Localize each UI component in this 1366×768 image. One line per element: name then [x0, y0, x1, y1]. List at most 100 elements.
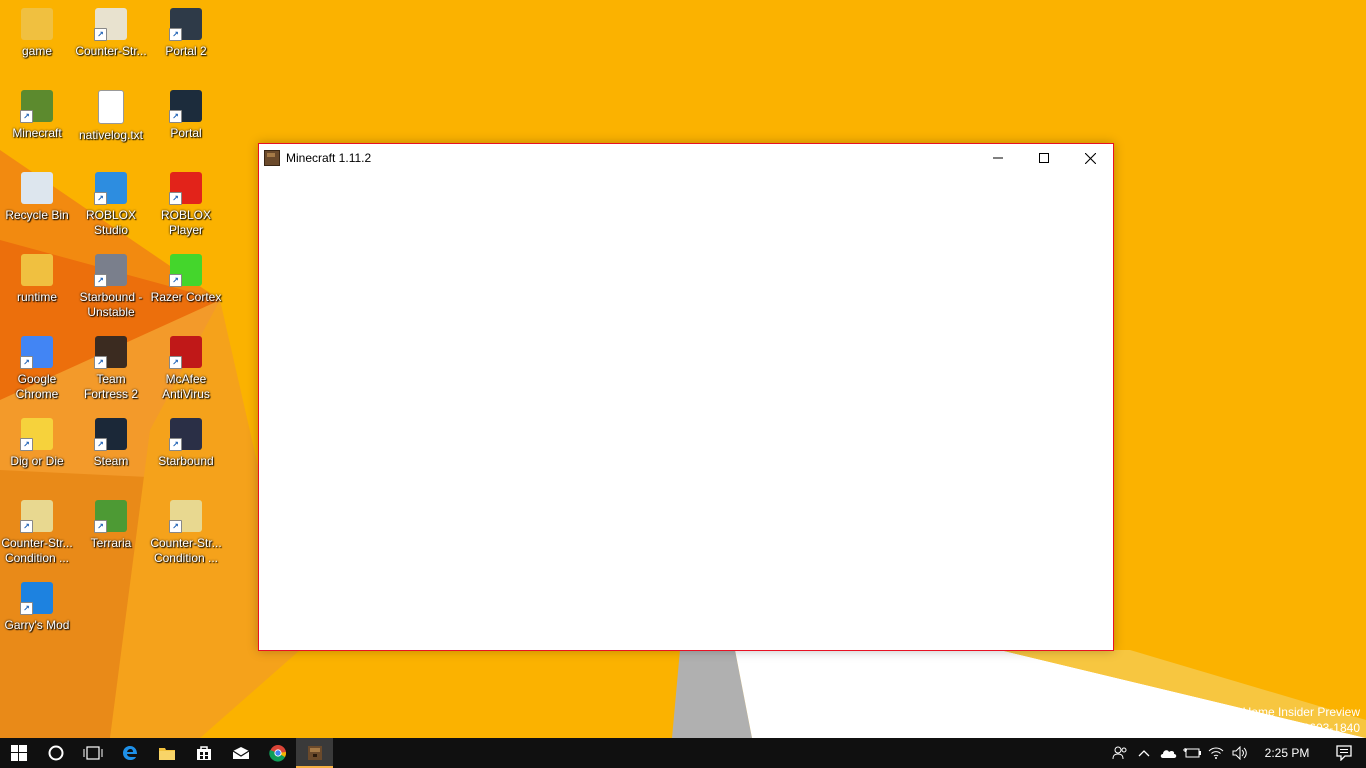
desktop: game ↗ Counter-Str... ↗ Portal 2 ↗ Minecraft na…	[0, 0, 1366, 738]
desktop-icon-label: Starbound - Unstable	[79, 290, 143, 319]
razer-cortex-icon: ↗	[169, 254, 202, 287]
desktop-icon-label: Counter-Str...	[75, 44, 147, 58]
shortcut-arrow-icon: ↗	[94, 192, 107, 205]
battery-icon	[1183, 748, 1201, 758]
desktop-icon[interactable]: game	[0, 2, 74, 80]
cortana-button[interactable]	[37, 738, 74, 768]
store-button[interactable]	[185, 738, 222, 768]
start-button[interactable]	[0, 738, 37, 768]
minimize-icon	[993, 157, 1003, 159]
chrome-icon: ↗	[20, 336, 53, 369]
desktop-icon[interactable]: ↗ Steam	[74, 412, 148, 490]
roblox-studio-icon: ↗	[94, 172, 127, 205]
shortcut-arrow-icon: ↗	[169, 274, 182, 287]
desktop-icon[interactable]: ↗ Portal	[149, 84, 223, 162]
minecraft-icon: ↗	[20, 90, 53, 123]
desktop-icon[interactable]: ↗ Team Fortress 2	[74, 330, 148, 408]
desktop-icon-label: Garry's Mod	[4, 618, 70, 632]
desktop-icon-label: Google Chrome	[15, 372, 59, 401]
task-view-button[interactable]	[74, 738, 111, 768]
close-button[interactable]	[1067, 144, 1113, 172]
onedrive-button[interactable]	[1156, 738, 1180, 768]
desktop-icon[interactable]: Recycle Bin	[0, 166, 74, 244]
desktop-icon-label: Recycle Bin	[5, 208, 69, 222]
desktop-icon[interactable]: ↗ Dig or Die	[0, 412, 74, 490]
desktop-icon-label: Dig or Die	[10, 454, 64, 468]
watermark-edition: Windows 10 Home Insider Preview	[1173, 705, 1360, 719]
desktop-icon[interactable]: runtime	[0, 248, 74, 326]
shortcut-arrow-icon: ↗	[94, 274, 107, 287]
desktop-icon[interactable]: ↗ Razer Cortex	[149, 248, 223, 326]
desktop-icon-label: ROBLOX Studio	[85, 208, 136, 237]
edge-button[interactable]	[111, 738, 148, 768]
desktop-icon[interactable]: ↗ Counter-Str... Condition ...	[0, 494, 74, 572]
edge-icon	[122, 746, 137, 760]
maximize-button[interactable]	[1021, 144, 1067, 172]
wifi-icon	[1208, 747, 1224, 759]
terraria-icon: ↗	[94, 500, 127, 533]
battery-button[interactable]	[1180, 738, 1204, 768]
portal2-icon: ↗	[169, 8, 202, 41]
shortcut-arrow-icon: ↗	[20, 110, 33, 123]
shortcut-arrow-icon: ↗	[20, 520, 33, 533]
desktop-icon[interactable]: ↗ ROBLOX Player	[149, 166, 223, 244]
recycle-bin-icon	[21, 172, 53, 204]
desktop-icon[interactable]: ↗ ROBLOX Studio	[74, 166, 148, 244]
desktop-icon[interactable]: nativelog.txt	[74, 84, 148, 162]
minecraft-window[interactable]: Minecraft 1.11.2	[258, 143, 1114, 651]
dig-or-die-icon: ↗	[20, 418, 53, 451]
shortcut-arrow-icon: ↗	[94, 520, 107, 533]
shortcut-arrow-icon: ↗	[20, 356, 33, 369]
counter-strike-cz-icon: ↗	[169, 500, 202, 533]
minecraft-icon	[307, 746, 322, 760]
clock[interactable]: 2:25 PM	[1252, 746, 1322, 760]
desktop-icon[interactable]: ↗ Portal 2	[149, 2, 223, 80]
desktop-icon-label: ROBLOX Player	[160, 208, 211, 237]
shortcut-arrow-icon: ↗	[169, 520, 182, 533]
starbound-unstable-icon: ↗	[94, 254, 127, 287]
desktop-icon[interactable]: ↗ Starbound - Unstable	[74, 248, 148, 326]
desktop-icon-label: nativelog.txt	[78, 128, 144, 142]
window-content[interactable]	[259, 172, 1113, 650]
starbound-icon: ↗	[169, 418, 202, 451]
team-fortress-2-icon: ↗	[94, 336, 127, 369]
network-button[interactable]	[1204, 738, 1228, 768]
chrome-icon	[268, 745, 286, 762]
desktop-icon[interactable]: ↗ Google Chrome	[0, 330, 74, 408]
counter-strike-icon: ↗	[94, 8, 127, 41]
cortana-icon	[48, 745, 63, 761]
desktop-icon[interactable]: ↗ Counter-Str... Condition ...	[149, 494, 223, 572]
steam-icon: ↗	[94, 418, 127, 451]
desktop-icon-label: Terraria	[90, 536, 132, 550]
mail-button[interactable]	[222, 738, 259, 768]
desktop-icon-label: Starbound	[158, 454, 214, 468]
chrome-button[interactable]	[259, 738, 296, 768]
desktop-icon[interactable]: ↗ Garry's Mod	[0, 576, 74, 654]
people-button[interactable]	[1108, 738, 1132, 768]
desktop-icon[interactable]: ↗ Starbound	[149, 412, 223, 490]
window-titlebar[interactable]: Minecraft 1.11.2	[259, 144, 1113, 172]
desktop-icon[interactable]: ↗ Terraria	[74, 494, 148, 572]
desktop-icon-label: runtime	[16, 290, 57, 304]
shortcut-arrow-icon: ↗	[169, 28, 182, 41]
desktop-icon[interactable]: ↗ Counter-Str...	[74, 2, 148, 80]
portal-icon: ↗	[169, 90, 202, 123]
desktop-icon-label: Portal	[170, 126, 202, 140]
desktop-icon[interactable]: ↗ McAfee AntiVirus	[149, 330, 223, 408]
desktop-icon[interactable]: ↗ Minecraft	[0, 84, 74, 162]
file-explorer-button[interactable]	[148, 738, 185, 768]
shortcut-arrow-icon: ↗	[94, 356, 107, 369]
minecraft-taskbar-button[interactable]	[296, 738, 333, 768]
show-hidden-icons-button[interactable]	[1132, 738, 1156, 768]
people-icon	[1112, 746, 1127, 760]
desktop-icon-label: game	[21, 44, 53, 58]
start-icon	[10, 745, 27, 761]
file-explorer-icon	[158, 748, 175, 760]
counter-strike-cz-icon: ↗	[20, 500, 53, 533]
minimize-button[interactable]	[975, 144, 1021, 172]
maximize-icon	[1039, 153, 1049, 163]
volume-button[interactable]	[1228, 738, 1252, 768]
shortcut-arrow-icon: ↗	[94, 438, 107, 451]
action-center-button[interactable]	[1322, 738, 1366, 768]
action-center-icon	[1336, 745, 1352, 761]
